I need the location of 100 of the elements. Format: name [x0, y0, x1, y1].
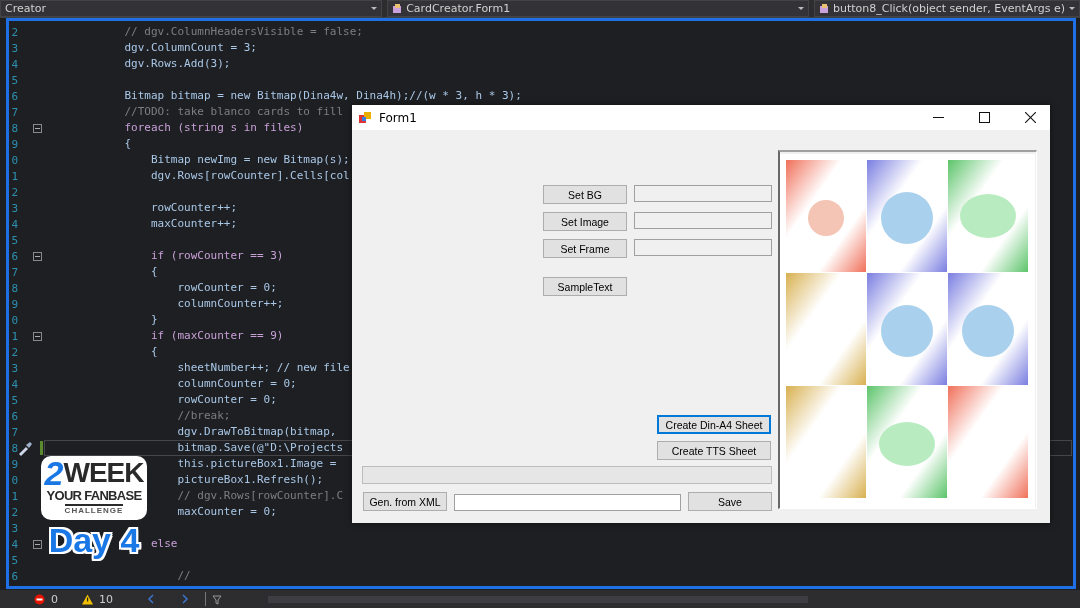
line-number: 0 — [10, 473, 18, 487]
code-line: if (maxCounter == 9) — [150, 328, 284, 344]
code-line: } — [150, 312, 158, 328]
code-line: maxCounter = 0; — [177, 504, 277, 520]
code-line: // dgv.Rows[rowCounter].C — [177, 488, 344, 504]
warning-icon — [82, 593, 93, 605]
back-icon — [147, 594, 155, 604]
text-field[interactable] — [634, 185, 772, 202]
line-number: 4 — [10, 537, 18, 551]
code-line: bitmap.Save(@"D:\Projects — [177, 440, 344, 456]
button[interactable]: SampleText — [543, 277, 627, 296]
code-line: columnCounter++; — [177, 296, 284, 312]
forward-icon — [181, 594, 189, 604]
line-number: 8 — [10, 441, 18, 455]
code-line: sheetNumber++; // new file — [177, 360, 350, 376]
button[interactable]: Set BG — [543, 185, 627, 204]
logo-tagline: CHALLENGE — [64, 504, 124, 516]
code-line: rowCounter = 0; — [177, 392, 277, 408]
code-line: dgv.Rows[rowCounter].Cells[col — [150, 168, 350, 184]
line-number: 1 — [10, 329, 18, 343]
code-line: pictureBox1.Refresh(); — [177, 472, 324, 488]
line-number: 6 — [10, 249, 18, 263]
class-icon — [818, 3, 829, 14]
class-icon — [392, 3, 403, 14]
line-number: 1 — [10, 169, 18, 183]
error-icon — [34, 593, 45, 605]
line-number: 1 — [10, 489, 18, 503]
line-number: 3 — [10, 201, 18, 215]
code-line: //break; — [177, 408, 231, 424]
line-number: 2 — [10, 505, 18, 519]
text-field[interactable] — [454, 494, 681, 511]
line-number: 8 — [10, 281, 18, 295]
line-number: 4 — [10, 377, 18, 391]
line-number: 3 — [10, 41, 18, 55]
button[interactable]: Gen. from XML — [363, 492, 447, 511]
screwdriver-icon — [18, 440, 32, 456]
window-title: Form1 — [379, 110, 417, 125]
line-number: 5 — [10, 393, 18, 407]
line-number: 5 — [10, 73, 18, 87]
logo-text: YOUR FANBASE — [46, 488, 142, 504]
line-number: 5 — [10, 233, 18, 247]
code-line: dgv.Rows.Add(3); — [124, 56, 231, 72]
line-number: 8 — [10, 121, 18, 135]
line-number: 6 — [10, 89, 18, 103]
code-line: Bitmap bitmap = new Bitmap(Dina4w, Dina4h);//(w * 3, h * 3); — [124, 88, 522, 104]
button[interactable]: Set Frame — [543, 239, 627, 258]
line-number: 5 — [10, 553, 18, 567]
button[interactable]: Create Din-A4 Sheet — [657, 415, 771, 434]
code-line: foreach (string s in files) — [124, 120, 304, 136]
line-number: 4 — [10, 217, 18, 231]
code-line: // — [177, 568, 191, 584]
line-number: 0 — [10, 313, 18, 327]
logo-number: 2 — [44, 458, 64, 488]
text-field[interactable] — [634, 239, 772, 256]
change-marker — [40, 441, 43, 455]
code-line: // dgv.ColumnHeadersVisible = false; — [124, 24, 363, 40]
code-line: rowCounter++; — [150, 200, 238, 216]
error-count: 0 — [51, 592, 58, 606]
maximize-icon[interactable] — [979, 112, 990, 123]
caret-icon — [371, 7, 378, 10]
dropdown[interactable]: CardCreator.Form1 — [387, 0, 809, 17]
code-line: columnCounter = 0; — [177, 376, 297, 392]
code-line: dgv.ColumnCount = 3; — [124, 40, 257, 56]
line-number: 9 — [10, 457, 18, 471]
close-icon[interactable] — [1025, 112, 1036, 123]
code-line: { — [124, 136, 132, 152]
code-line: maxCounter++; — [150, 216, 238, 232]
line-number: 0 — [10, 153, 18, 167]
logo-word: WEEK — [63, 458, 144, 488]
line-number: 2 — [10, 185, 18, 199]
text-field[interactable] — [634, 212, 772, 229]
button[interactable]: Save — [688, 492, 772, 511]
day-label: Day 4 — [48, 520, 140, 560]
line-number: 9 — [10, 137, 18, 151]
line-number: 7 — [10, 425, 18, 439]
button[interactable]: Set Image — [543, 212, 627, 231]
dropdown[interactable]: button8_Click(object sender, EventArgs e) — [813, 0, 1080, 17]
line-number: 7 — [10, 105, 18, 119]
warning-count: 10 — [99, 592, 113, 606]
code-line: dgv.DrawToBitmap(bitmap, — [177, 424, 337, 440]
button[interactable]: Create TTS Sheet — [657, 441, 771, 460]
code-line: if (rowCounter == 3) — [150, 248, 284, 264]
line-number: 3 — [10, 521, 18, 535]
code-line: { — [150, 344, 158, 360]
line-number: 4 — [10, 57, 18, 71]
line-number: 2 — [10, 345, 18, 359]
line-number: 6 — [10, 569, 18, 583]
code-line: this.pictureBox1.Image = — [177, 456, 337, 472]
caret-icon — [1069, 7, 1075, 10]
caret-icon — [797, 7, 804, 10]
line-number: 7 — [10, 265, 18, 279]
app-icon — [359, 111, 372, 124]
code-line: //TODO: take blanco cards to fill — [124, 104, 344, 120]
code-line: rowCounter = 0; — [177, 280, 277, 296]
dropdown[interactable]: Creator — [0, 0, 383, 17]
code-line: Bitmap newImg = new Bitmap(s); — [150, 152, 350, 168]
line-number: 2 — [10, 25, 18, 39]
code-line: else — [150, 536, 178, 552]
line-number: 6 — [10, 409, 18, 423]
line-number: 3 — [10, 361, 18, 375]
